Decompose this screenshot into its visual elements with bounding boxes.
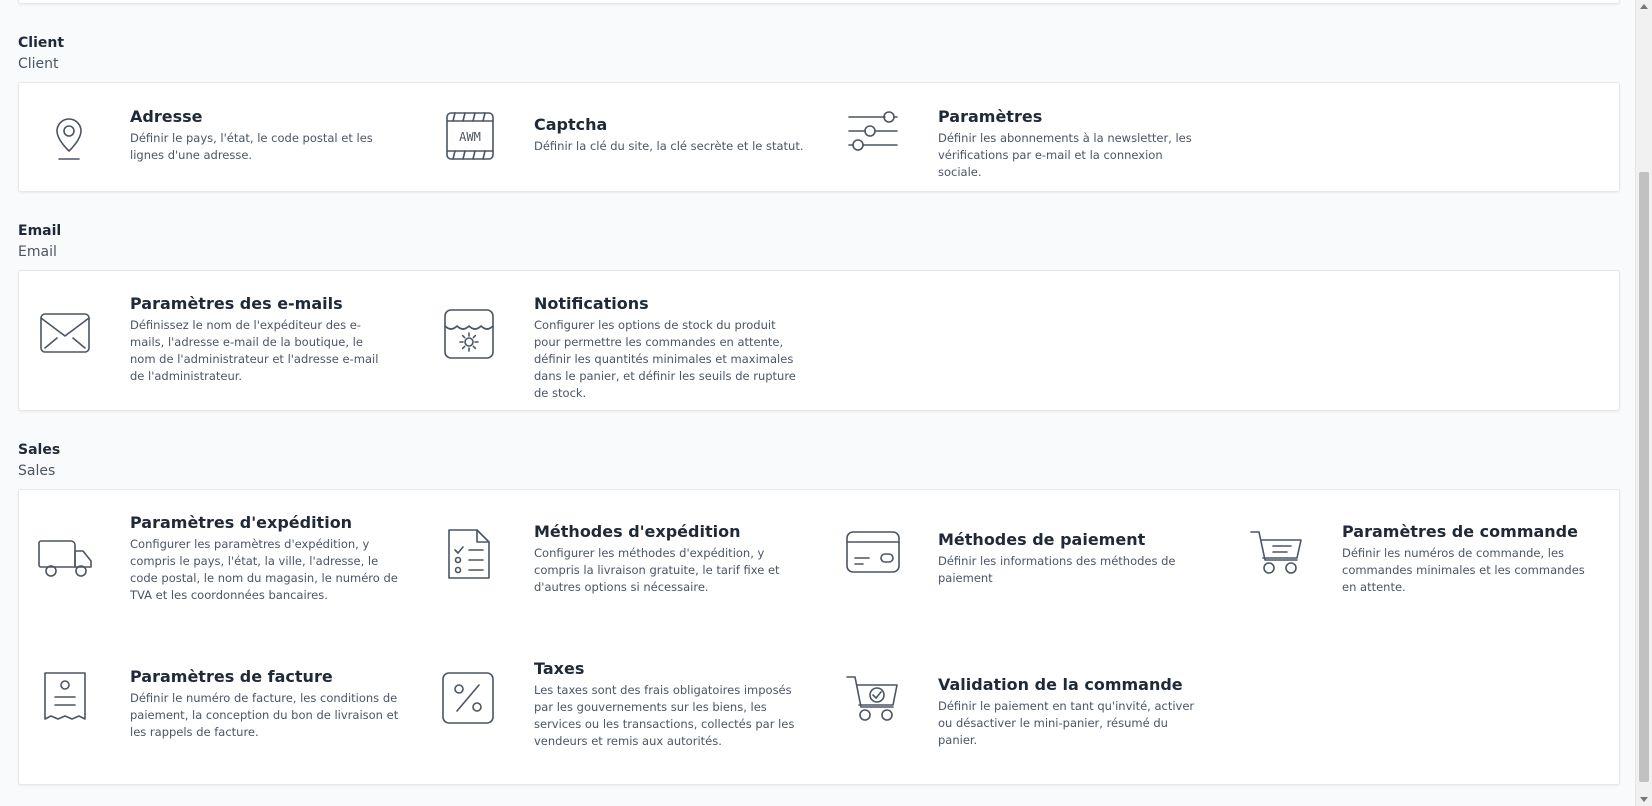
item-title: Captcha <box>534 115 608 134</box>
percent-icon <box>441 671 497 727</box>
map-pin-icon <box>37 107 93 163</box>
sales-panel: Paramètres d'expédition Configurer les p… <box>18 489 1620 785</box>
item-title: Paramètres d'expédition <box>130 513 353 532</box>
item-description: Définir le pays, l'état, le code postal … <box>130 131 373 162</box>
checklist-icon <box>441 526 497 582</box>
scroll-down-arrow-icon[interactable] <box>1640 797 1648 802</box>
scroll-up-arrow-icon[interactable] <box>1640 4 1648 9</box>
item-description: Définir les abonnements à la newsletter,… <box>938 131 1192 179</box>
envelope-icon <box>37 308 93 364</box>
item-title: Méthodes de paiement <box>938 530 1146 549</box>
item-description: Définir le numéro de facture, les condit… <box>130 691 399 739</box>
item-title: Paramètres <box>938 107 1043 126</box>
section-title-sales: Sales <box>18 442 61 458</box>
sliders-icon <box>845 107 901 163</box>
item-title: Validation de la commande <box>938 675 1183 694</box>
item-description: Définir les numéros de commande, les com… <box>1342 546 1585 594</box>
item-title: Adresse <box>130 107 203 126</box>
svg-text:AWM: AWM <box>459 130 481 144</box>
section-title-email: Email <box>18 223 62 239</box>
section-subtitle-client: Client <box>18 56 59 72</box>
captcha-icon: AWM <box>441 107 497 163</box>
section-title-client: Client <box>18 35 65 51</box>
truck-icon <box>37 531 93 587</box>
cart-icon <box>1249 526 1305 582</box>
receipt-icon <box>37 669 93 725</box>
item-title: Paramètres de commande <box>1342 522 1578 541</box>
cart-check-icon <box>845 671 901 727</box>
notification-settings-icon <box>441 306 497 362</box>
credit-card-icon <box>845 526 901 582</box>
item-description: Les taxes sont des frais obligatoires im… <box>534 683 795 748</box>
section-subtitle-email: Email <box>18 244 57 260</box>
configuration-page: Client Client Adresse Définir le pays, l… <box>0 0 1635 806</box>
item-title: Notifications <box>534 294 649 313</box>
item-description: Configurer les paramètres d'expédition, … <box>130 537 398 602</box>
item-description: Définir les informations des méthodes de… <box>938 554 1176 585</box>
item-title: Paramètres de facture <box>130 667 333 686</box>
item-description: Définir le paiement en tant qu'invité, a… <box>938 699 1195 747</box>
item-description: Définissez le nom de l'expéditeur des e-… <box>130 318 379 383</box>
item-description: Définir la clé du site, la clé secrète e… <box>534 139 804 153</box>
section-subtitle-sales: Sales <box>18 463 56 479</box>
item-description: Configurer les options de stock du produ… <box>534 318 796 400</box>
previous-panel <box>18 0 1620 4</box>
scrollbar-thumb[interactable] <box>1639 172 1649 782</box>
client-panel: Adresse Définir le pays, l'état, le code… <box>18 82 1620 192</box>
item-description: Configurer les méthodes d'expédition, y … <box>534 546 780 594</box>
email-panel: Paramètres des e-mails Définissez le nom… <box>18 270 1620 411</box>
item-title: Méthodes d'expédition <box>534 522 741 541</box>
item-title: Paramètres des e-mails <box>130 294 343 313</box>
vertical-scrollbar[interactable] <box>1635 0 1652 806</box>
item-title: Taxes <box>534 659 585 678</box>
